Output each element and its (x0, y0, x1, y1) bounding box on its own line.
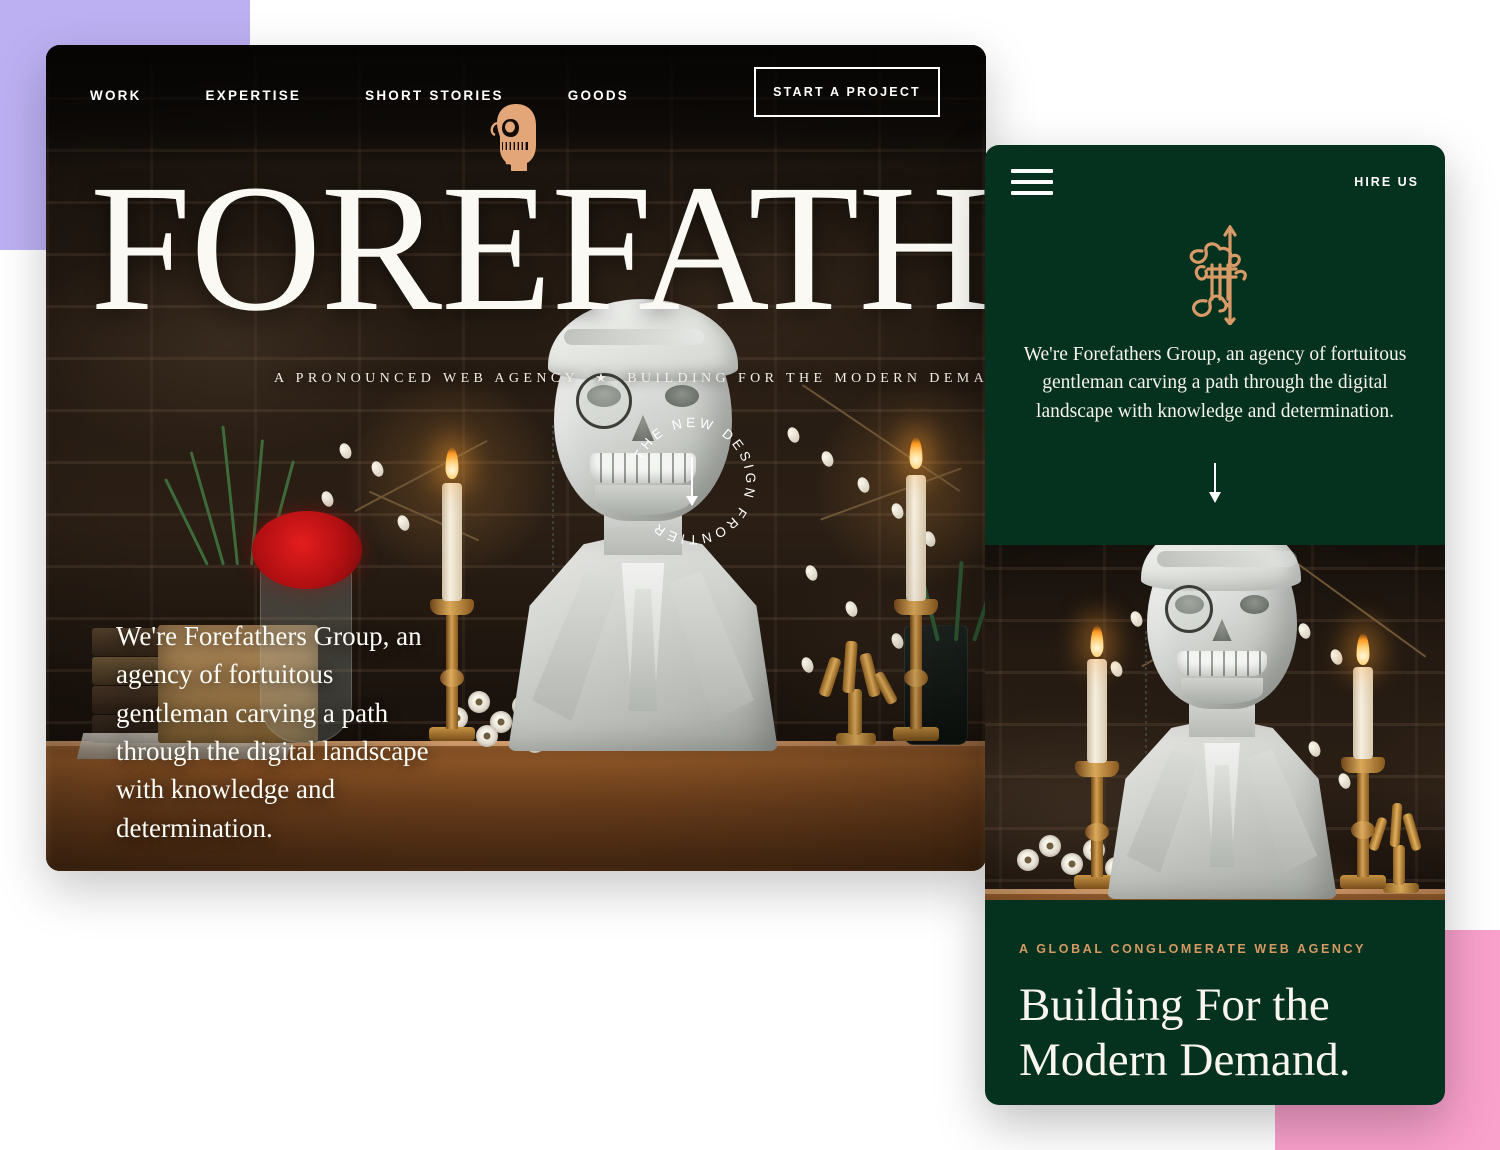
mobile-hero-photograph (985, 545, 1445, 900)
mobile-topbar: HIRE US (985, 145, 1445, 219)
hire-us-link[interactable]: HIRE US (1354, 175, 1419, 189)
desktop-website-mockup: THE NEW DESIGN FRONTIER WORK EXPERTISE S… (46, 45, 986, 871)
nav-item-goods[interactable]: GOODS (568, 88, 629, 103)
nav-item-short-stories[interactable]: SHORT STORIES (365, 88, 504, 103)
mobile-hero-section: HIRE US We're Forefathers Group, an agen… (985, 145, 1445, 545)
page-title: FOREFATHE (90, 148, 986, 349)
arrow-down-icon[interactable] (1214, 463, 1216, 501)
hero-tagline: A PRONOUNCED WEB AGENCY ★ BUILDING FOR THE… (274, 370, 986, 387)
star-icon: ★ (595, 370, 612, 385)
mobile-photo-scene (985, 545, 1445, 900)
mobile-section-title: Building For the Modern Demand. (1019, 979, 1351, 1086)
tagline-left-text: A PRONOUNCED WEB AGENCY (274, 371, 580, 386)
hero-body-copy: We're Forefathers Group, an agency of fo… (116, 621, 429, 843)
nav-links: WORK EXPERTISE SHORT STORIES GOODS (90, 88, 629, 103)
screenshot-stage: THE NEW DESIGN FRONTIER WORK EXPERTISE S… (0, 0, 1500, 1150)
photo-vignette (985, 545, 1445, 900)
desktop-navbar: WORK EXPERTISE SHORT STORIES GOODS START… (46, 45, 986, 171)
mobile-intro-section: A GLOBAL CONGLOMERATE WEB AGENCY Buildin… (985, 900, 1445, 1105)
start-a-project-button[interactable]: START A PROJECT (754, 67, 940, 117)
tagline-right-text: BUILDING FOR THE MODERN DEMAND (627, 371, 986, 386)
blackletter-f-monogram-icon (1172, 223, 1258, 327)
mobile-eyebrow-label: A GLOBAL CONGLOMERATE WEB AGENCY (1019, 942, 1367, 956)
mobile-website-mockup: HIRE US We're Forefathers Group, an agen… (985, 145, 1445, 1105)
nav-item-expertise[interactable]: EXPERTISE (206, 88, 302, 103)
mobile-body-copy: We're Forefathers Group, an agency of fo… (1023, 344, 1407, 422)
hamburger-menu-icon[interactable] (1011, 169, 1053, 195)
nav-item-work[interactable]: WORK (90, 88, 142, 103)
